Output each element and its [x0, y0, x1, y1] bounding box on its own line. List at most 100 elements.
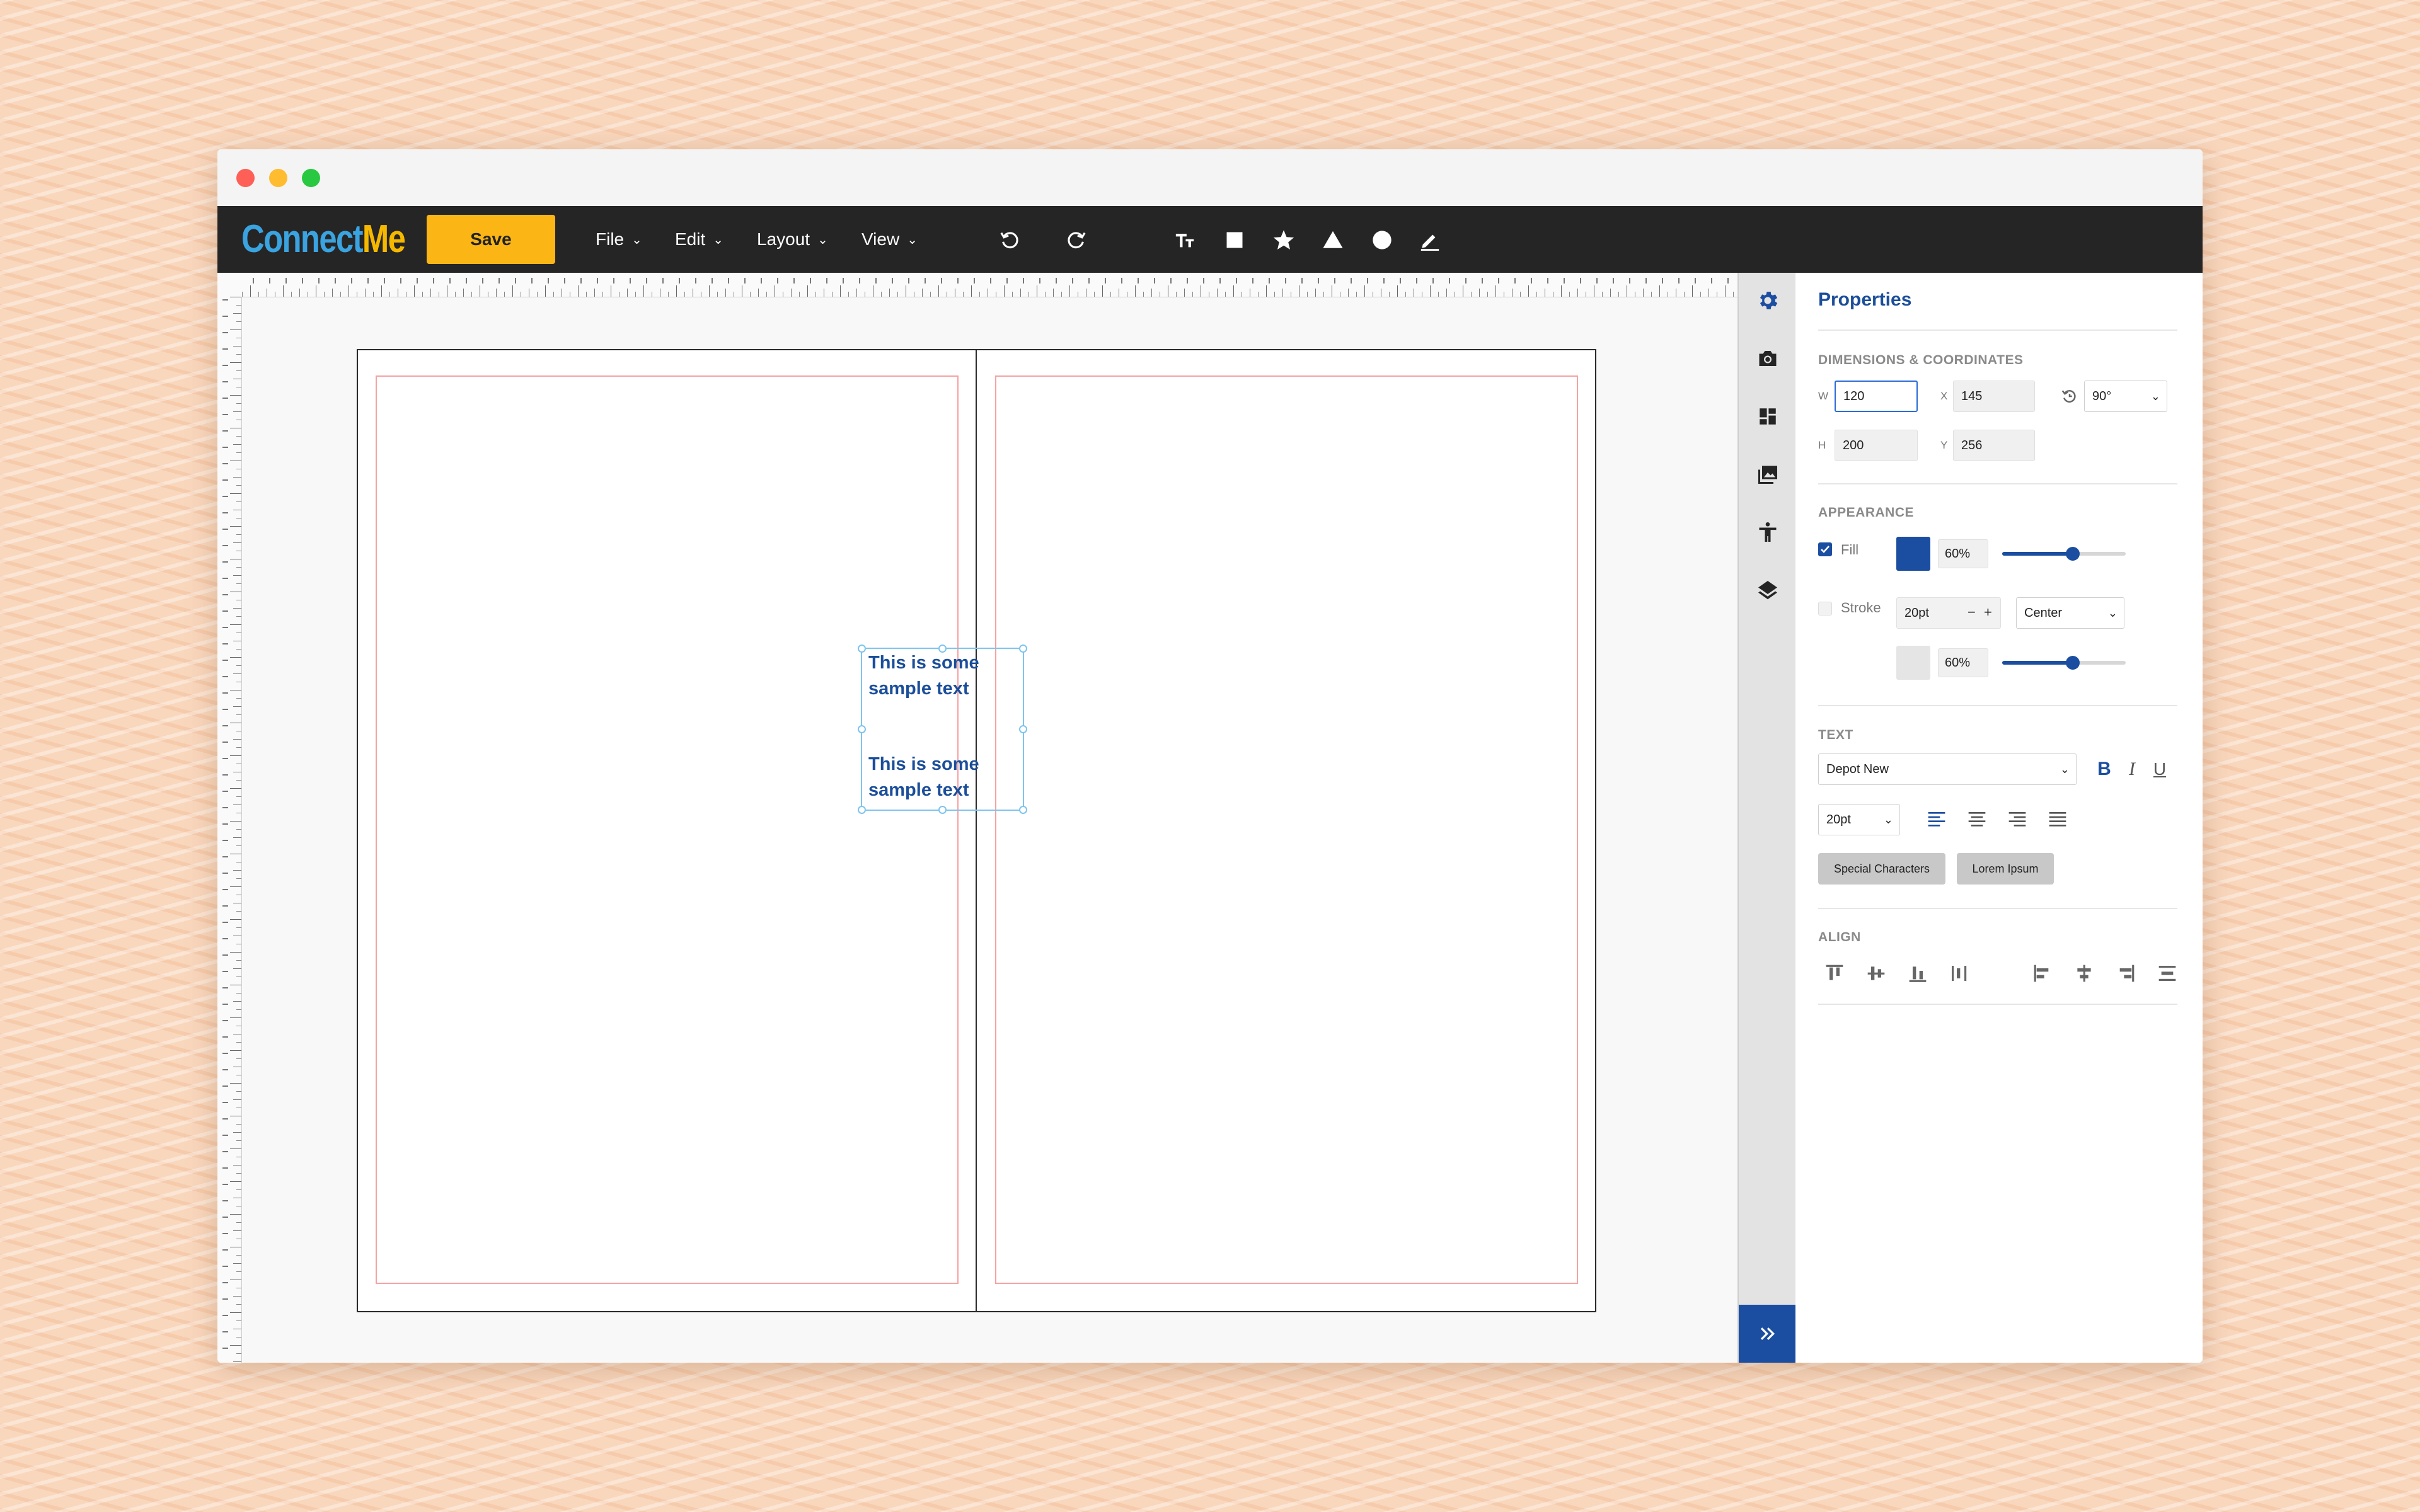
width-field[interactable]: 120	[1835, 381, 1918, 412]
align-left-icon[interactable]	[1923, 806, 1950, 833]
y-field[interactable]: 256	[1953, 430, 2035, 461]
circle-tool-icon[interactable]	[1364, 222, 1400, 258]
resize-handle-bottom-left[interactable]	[858, 806, 866, 814]
height-field[interactable]: 200	[1835, 430, 1918, 461]
undo-icon[interactable]	[993, 222, 1028, 258]
minus-icon[interactable]: −	[1968, 604, 1976, 621]
divider	[1818, 329, 2177, 331]
menu-view[interactable]: View ⌄	[861, 225, 918, 254]
canvas-area[interactable]: This is some sample text This is some sa…	[217, 273, 1737, 1363]
chevron-down-icon: ⌄	[817, 232, 828, 247]
resize-handle-bottom-right[interactable]	[1019, 806, 1027, 814]
font-size-select[interactable]: 20pt ⌄	[1818, 804, 1900, 835]
stroke-width-stepper[interactable]: 20pt − +	[1896, 597, 2001, 629]
stroke-align-value: Center	[2024, 605, 2063, 620]
stroke-align-select[interactable]: Center ⌄	[2016, 597, 2124, 629]
align-left-edge-icon[interactable]	[2029, 959, 2056, 987]
italic-button[interactable]: I	[2121, 758, 2143, 781]
chevron-down-icon: ⌄	[2107, 606, 2118, 619]
text-tool-icon[interactable]	[1167, 222, 1202, 258]
star-tool-icon[interactable]	[1266, 222, 1301, 258]
horizontal-ruler	[217, 273, 1737, 297]
font-size-value: 20pt	[1826, 812, 1851, 827]
layers-icon[interactable]	[1753, 575, 1783, 605]
stroke-opacity-slider-thumb[interactable]	[2065, 656, 2080, 670]
properties-title: Properties	[1818, 289, 1912, 310]
align-center-icon[interactable]	[1963, 806, 1991, 833]
menu-file-label: File	[596, 229, 625, 249]
double-chevron-right-icon[interactable]	[1739, 1305, 1797, 1363]
resize-handle-top-right[interactable]	[1019, 644, 1027, 653]
logo-part-2: Me	[362, 217, 406, 261]
pen-tool-icon[interactable]	[1412, 222, 1448, 258]
triangle-tool-icon[interactable]	[1315, 222, 1351, 258]
resize-handle-bottom[interactable]	[938, 806, 947, 814]
maximize-window-button[interactable]	[302, 169, 320, 187]
image-icon[interactable]	[1753, 459, 1783, 490]
dashboard-icon[interactable]	[1753, 401, 1783, 432]
x-field[interactable]: 145	[1953, 381, 2035, 412]
menu-file[interactable]: File ⌄	[596, 225, 642, 254]
distribute-horizontal-icon[interactable]	[1945, 959, 1973, 987]
stroke-opacity-slider[interactable]	[2002, 656, 2126, 670]
divider	[1818, 908, 2177, 909]
align-bottom-icon[interactable]	[1904, 959, 1932, 987]
align-right-icon[interactable]	[2003, 806, 2031, 833]
close-window-button[interactable]	[236, 169, 255, 187]
plus-icon[interactable]: +	[1984, 604, 1992, 621]
chevron-down-icon: ⌄	[2060, 762, 2070, 776]
align-center-horizontal-icon[interactable]	[2070, 959, 2098, 987]
divider	[1818, 1004, 2177, 1005]
camera-icon[interactable]	[1753, 343, 1783, 374]
align-middle-icon[interactable]	[1862, 959, 1890, 987]
chevron-down-icon: ⌄	[2150, 389, 2160, 403]
align-right-edge-icon[interactable]	[2112, 959, 2140, 987]
fill-label: Fill	[1841, 542, 1859, 558]
fill-checkbox[interactable]	[1818, 542, 1832, 556]
chevron-down-icon: ⌄	[907, 232, 918, 247]
left-page-margin-guide	[376, 375, 959, 1284]
save-button[interactable]: Save	[427, 215, 555, 264]
sample-text-1[interactable]: This is some sample text	[868, 650, 1013, 702]
right-page-margin-guide	[995, 375, 1578, 1284]
bold-button[interactable]: B	[2093, 758, 2116, 781]
document-spread[interactable]: This is some sample text This is some sa…	[357, 349, 1596, 1312]
resize-handle-top-left[interactable]	[858, 644, 866, 653]
logo-part-1: Connect	[241, 217, 364, 261]
stroke-opacity-field[interactable]: 60%	[1938, 648, 1988, 677]
menu-layout[interactable]: Layout ⌄	[757, 225, 828, 254]
app-logo: ConnectMe	[241, 217, 406, 261]
rotation-value: 90°	[2092, 389, 2112, 403]
text-section-label: TEXT	[1818, 728, 1853, 742]
underline-button[interactable]: U	[2148, 758, 2171, 781]
rotation-select[interactable]: 90° ⌄	[2084, 381, 2167, 412]
stroke-checkbox[interactable]	[1818, 602, 1832, 616]
distribute-vertical-icon[interactable]	[2153, 959, 2181, 987]
align-top-icon[interactable]	[1821, 959, 1848, 987]
menu-edit-label: Edit	[675, 229, 706, 249]
special-characters-button[interactable]: Special Characters	[1818, 853, 1945, 885]
fill-color-swatch[interactable]	[1896, 537, 1930, 571]
selected-text-frame[interactable]: This is some sample text This is some sa…	[858, 644, 1027, 814]
align-justify-icon[interactable]	[2044, 806, 2071, 833]
stroke-width-value: 20pt	[1904, 605, 1929, 620]
minimize-window-button[interactable]	[269, 169, 287, 187]
redo-icon[interactable]	[1058, 222, 1093, 258]
resize-handle-left[interactable]	[858, 725, 866, 733]
accessibility-icon[interactable]	[1753, 517, 1783, 547]
lorem-ipsum-button[interactable]: Lorem Ipsum	[1957, 853, 2054, 885]
fill-opacity-slider-thumb[interactable]	[2065, 547, 2080, 561]
rectangle-tool-icon[interactable]	[1217, 222, 1252, 258]
resize-handle-top[interactable]	[938, 644, 947, 653]
appearance-section-label: APPEARANCE	[1818, 505, 1915, 520]
app-window: ConnectMe Save File ⌄ Edit ⌄ Layout ⌄ View ⌄	[217, 149, 2203, 1363]
stroke-color-swatch[interactable]	[1896, 646, 1930, 680]
fill-opacity-field[interactable]: 60%	[1938, 539, 1988, 568]
resize-handle-right[interactable]	[1019, 725, 1027, 733]
font-family-select[interactable]: Depot New ⌄	[1818, 753, 2077, 785]
vertical-ruler	[217, 297, 242, 1363]
menu-edit[interactable]: Edit ⌄	[675, 225, 723, 254]
fill-opacity-slider[interactable]	[2002, 547, 2126, 561]
sample-text-2[interactable]: This is some sample text	[868, 752, 1013, 803]
gear-icon[interactable]	[1753, 285, 1783, 316]
